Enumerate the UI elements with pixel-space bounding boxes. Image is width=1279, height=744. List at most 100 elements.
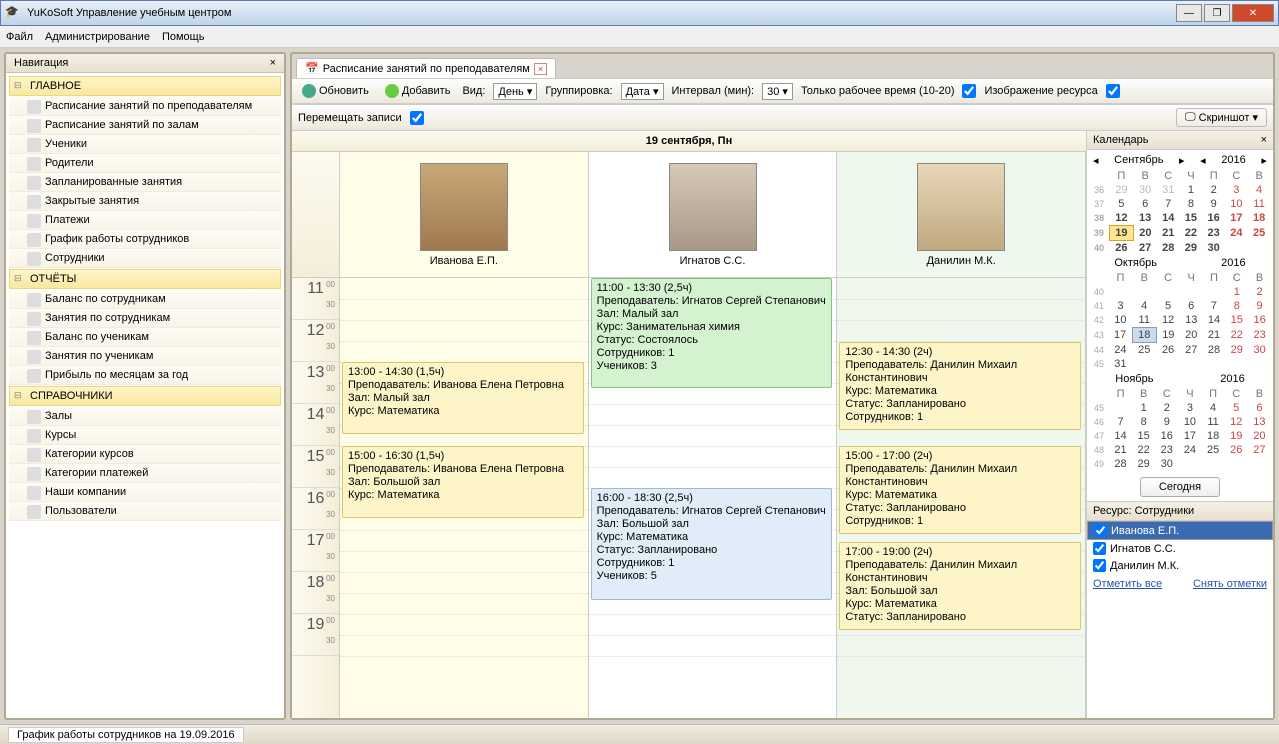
- calendar-day[interactable]: 27: [1248, 443, 1271, 457]
- calendar-day[interactable]: 24: [1225, 226, 1248, 241]
- calendar-day[interactable]: 11: [1132, 313, 1156, 328]
- calendar-day[interactable]: 30: [1133, 183, 1156, 197]
- minimize-button[interactable]: —: [1176, 4, 1202, 22]
- calendar-widget[interactable]: ◂Сентябрь▸◂2016▸ПВСЧПСВ36293031123437567…: [1087, 150, 1273, 473]
- calendar-day[interactable]: 3: [1109, 299, 1132, 313]
- nav-item[interactable]: Наши компании: [9, 483, 281, 502]
- calendar-day[interactable]: 29: [1132, 457, 1155, 471]
- calendar-day[interactable]: 11: [1202, 415, 1225, 429]
- calendar-day[interactable]: 31: [1157, 183, 1180, 197]
- calendar-day[interactable]: 1: [1180, 183, 1203, 197]
- resource-header[interactable]: Иванова Е.П.: [340, 152, 589, 277]
- nav-item[interactable]: Занятия по сотрудникам: [9, 309, 281, 328]
- calendar-day[interactable]: 30: [1155, 457, 1178, 471]
- calendar-day[interactable]: 23: [1248, 328, 1271, 343]
- resource-header[interactable]: Игнатов С.С.: [589, 152, 838, 277]
- calendar-day[interactable]: 2: [1155, 401, 1178, 415]
- schedule-column[interactable]: 11:00 - 13:30 (2,5ч)Преподаватель: Игнат…: [589, 278, 838, 718]
- interval-select[interactable]: 30 ▾: [762, 83, 793, 100]
- nav-item[interactable]: Запланированные занятия: [9, 173, 281, 192]
- calendar-day[interactable]: 23: [1202, 226, 1225, 241]
- calendar-day[interactable]: 9: [1248, 299, 1271, 313]
- calendar-day[interactable]: 22: [1180, 226, 1203, 241]
- appointment[interactable]: 13:00 - 14:30 (1,5ч)Преподаватель: Ивано…: [342, 362, 584, 434]
- calendar-day[interactable]: 19: [1156, 328, 1179, 343]
- calendar-day[interactable]: 12: [1225, 415, 1248, 429]
- nav-item[interactable]: Родители: [9, 154, 281, 173]
- nav-item[interactable]: Пользователи: [9, 502, 281, 521]
- calendar-day[interactable]: 7: [1157, 197, 1180, 211]
- resource-filter-item[interactable]: Данилин М.К.: [1087, 557, 1273, 574]
- appointment[interactable]: 11:00 - 13:30 (2,5ч)Преподаватель: Игнат…: [591, 278, 833, 388]
- calendar-day[interactable]: 3: [1178, 401, 1201, 415]
- appointment[interactable]: 16:00 - 18:30 (2,5ч)Преподаватель: Игнат…: [591, 488, 833, 600]
- calendar-day[interactable]: [1202, 457, 1225, 471]
- calendar-day[interactable]: 26: [1225, 443, 1248, 457]
- calendar-day[interactable]: 27: [1133, 241, 1156, 256]
- calendar-day[interactable]: 13: [1248, 415, 1271, 429]
- calendar-day[interactable]: 4: [1202, 401, 1225, 415]
- calendar-day[interactable]: 8: [1132, 415, 1155, 429]
- nav-item[interactable]: Курсы: [9, 426, 281, 445]
- calendar-day[interactable]: 4: [1132, 299, 1156, 313]
- calendar-day[interactable]: 22: [1132, 443, 1155, 457]
- calendar-day[interactable]: 19: [1109, 226, 1133, 241]
- menu-file[interactable]: Файл: [6, 31, 33, 43]
- nav-group[interactable]: ГЛАВНОЕ: [9, 76, 281, 96]
- calendar-day[interactable]: [1109, 401, 1132, 415]
- calendar-day[interactable]: 14: [1157, 211, 1180, 226]
- resource-filter-item[interactable]: Игнатов С.С.: [1087, 540, 1273, 557]
- nav-item[interactable]: Занятия по ученикам: [9, 347, 281, 366]
- calendar-day[interactable]: 1: [1225, 285, 1248, 299]
- schedule-column[interactable]: 13:00 - 14:30 (1,5ч)Преподаватель: Ивано…: [340, 278, 589, 718]
- calendar-day[interactable]: [1156, 357, 1179, 371]
- close-button[interactable]: ✕: [1232, 4, 1274, 22]
- calendar-day[interactable]: 26: [1109, 241, 1133, 256]
- nav-item[interactable]: Прибыль по месяцам за год: [9, 366, 281, 385]
- calendar-day[interactable]: 24: [1109, 343, 1132, 358]
- calendar-day[interactable]: 5: [1225, 401, 1248, 415]
- calendar-day[interactable]: 16: [1155, 429, 1178, 443]
- calendar-day[interactable]: 12: [1109, 211, 1133, 226]
- calendar-day[interactable]: 30: [1248, 343, 1271, 358]
- calendar-day[interactable]: 15: [1225, 313, 1248, 328]
- calendar-day[interactable]: 11: [1248, 197, 1271, 211]
- view-select[interactable]: День ▾: [493, 83, 537, 100]
- calendar-day[interactable]: 24: [1178, 443, 1201, 457]
- appointment[interactable]: 15:00 - 16:30 (1,5ч)Преподаватель: Ивано…: [342, 446, 584, 518]
- maximize-button[interactable]: ❐: [1204, 4, 1230, 22]
- workhours-checkbox[interactable]: [962, 84, 976, 98]
- calendar-day[interactable]: 21: [1109, 443, 1132, 457]
- calendar-day[interactable]: 2: [1202, 183, 1225, 197]
- resource-checkbox[interactable]: [1094, 524, 1107, 537]
- calendar-day[interactable]: 20: [1133, 226, 1156, 241]
- calendar-day[interactable]: 25: [1132, 343, 1156, 358]
- nav-item[interactable]: График работы сотрудников: [9, 230, 281, 249]
- tab-close-icon[interactable]: ×: [534, 63, 547, 75]
- calendar-day[interactable]: 25: [1248, 226, 1271, 241]
- check-all-link[interactable]: Отметить все: [1093, 578, 1162, 590]
- calendar-day[interactable]: [1203, 357, 1226, 371]
- calendar-day[interactable]: [1109, 285, 1132, 299]
- appointment[interactable]: 12:30 - 14:30 (2ч)Преподаватель: Данилин…: [839, 342, 1081, 430]
- calendar-day[interactable]: 20: [1180, 328, 1203, 343]
- calendar-day[interactable]: [1132, 357, 1156, 371]
- calendar-day[interactable]: 16: [1202, 211, 1225, 226]
- calendar-day[interactable]: 13: [1133, 211, 1156, 226]
- calendar-day[interactable]: 10: [1225, 197, 1248, 211]
- calendar-day[interactable]: 21: [1203, 328, 1226, 343]
- nav-tree[interactable]: ГЛАВНОЕРасписание занятий по преподавате…: [6, 73, 284, 718]
- calendar-day[interactable]: [1203, 285, 1226, 299]
- calendar-day[interactable]: 17: [1109, 328, 1132, 343]
- calendar-day[interactable]: 22: [1225, 328, 1248, 343]
- calendar-day[interactable]: 7: [1109, 415, 1132, 429]
- calendar-day[interactable]: 16: [1248, 313, 1271, 328]
- calendar-day[interactable]: 9: [1155, 415, 1178, 429]
- resource-checkbox[interactable]: [1093, 559, 1106, 572]
- calendar-day[interactable]: [1225, 241, 1248, 256]
- calendar-day[interactable]: 10: [1178, 415, 1201, 429]
- calendar-day[interactable]: 1: [1132, 401, 1155, 415]
- nav-item[interactable]: Платежи: [9, 211, 281, 230]
- calendar-day[interactable]: [1225, 457, 1248, 471]
- nav-item[interactable]: Закрытые занятия: [9, 192, 281, 211]
